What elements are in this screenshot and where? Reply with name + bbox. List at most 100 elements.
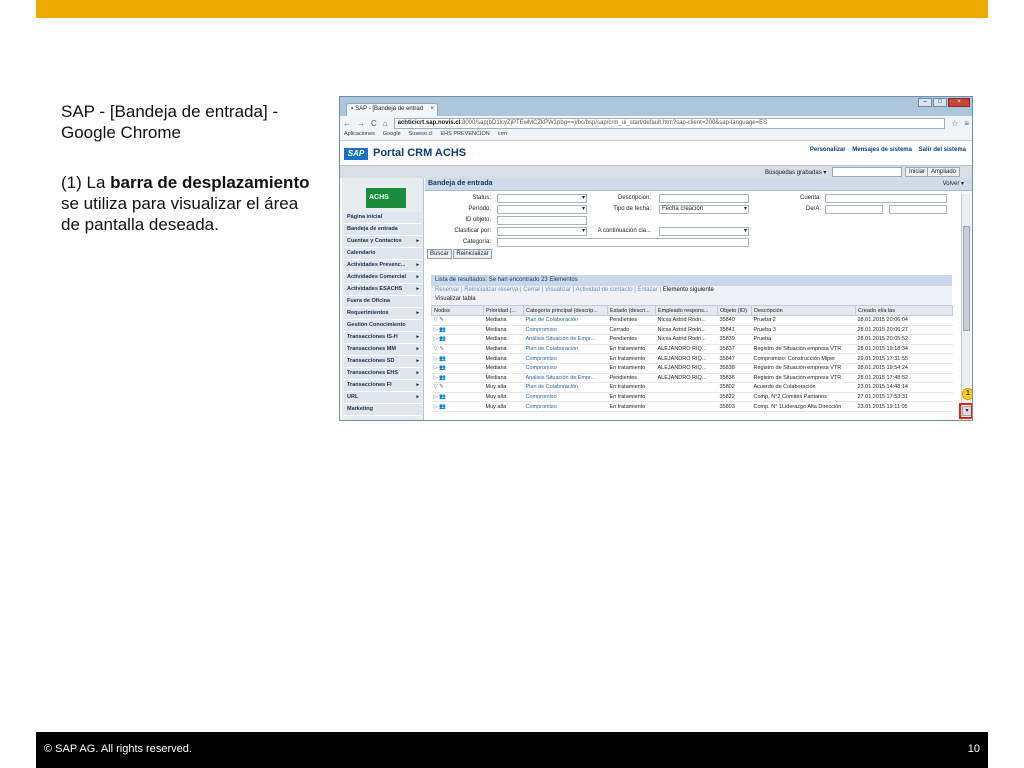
reinicializar-button[interactable]: Reinicializar [453,249,492,259]
bookmark-google[interactable]: Google [383,131,401,139]
cuenta-input[interactable] [825,194,947,203]
reload-icon[interactable]: C [371,119,377,128]
a-input[interactable] [889,205,947,214]
sidebar-item[interactable]: Marketing [344,404,422,416]
sidebar-item[interactable]: Cuentas y Contactos ▸ [344,236,422,248]
column-header[interactable]: Nodos [431,305,484,316]
table-cell: Prueba 2 [751,315,856,326]
bookmark-suseso[interactable]: Suseso.cl [409,131,433,139]
category-link[interactable]: Compromiso [523,325,608,336]
category-link[interactable]: Análisis Situación de Empr... [523,373,608,384]
link-personalizar[interactable]: Personalizar [810,147,846,153]
back-arrow-icon[interactable]: ← [343,119,351,128]
sidebar-item[interactable]: Fuera de Oficina [344,296,422,308]
sidebar-item[interactable]: Requerimientos ▸ [344,308,422,320]
visualizar-tabla-link[interactable]: Visualizar tabla [435,296,476,302]
saved-searches-select[interactable] [832,167,902,177]
table-row[interactable]: ▷ 👥 Muy alta Compromiso En tratamiento 35822… [431,392,953,403]
categoria-input[interactable] [497,238,749,247]
sidebar-item-label: Transacciones EHS [347,370,399,376]
table-cell: Mediana [483,325,524,336]
bookmark-star-icon[interactable]: ☆ [951,119,958,128]
table-cell: Muy alta [483,401,524,412]
table-row[interactable]: ▷ 👥 Mediana Análisis Situación de Empr... P… [431,373,953,384]
body-suffix: se utiliza para visualizar el área de pa… [61,194,299,234]
saved-searches-label[interactable]: Búsquedas grabadas ▾ [765,169,826,176]
category-link[interactable]: Plan de Colaboración [523,315,608,326]
bookmark-crm[interactable]: crm [498,131,507,139]
sidebar-item[interactable]: Transacciones MM ▸ [344,344,422,356]
table-row[interactable]: ▽ ✎ Muy alta Plan de Colaboración En tratam… [431,382,953,393]
vertical-scrollbar[interactable]: ▾ [961,194,972,420]
table-row[interactable]: ▷ 👥 Mediana Análisis Situación de Empr... P… [431,334,953,345]
link-mensajes[interactable]: Mensajes de sistema [852,147,912,153]
column-header[interactable]: Prioridad (... [483,305,524,316]
clasificar-select[interactable] [497,227,587,236]
column-header[interactable]: Empleado respons... [655,305,718,316]
bookmark-ehs[interactable]: EHS PREVENCION [441,131,490,139]
sidebar-item[interactable]: Actividades ESACHS ▸ [344,284,422,296]
forward-arrow-icon[interactable]: → [357,119,365,128]
reinicializar-reserva-action[interactable]: Reinicializar reserva [464,287,518,293]
sidebar-item[interactable]: URL ▸ [344,392,422,404]
column-header[interactable]: Descripción [751,305,856,316]
scrollbar-thumb[interactable] [963,226,970,331]
sidebar-item[interactable]: Transacciones FI ▸ [344,380,422,392]
sidebar-item[interactable]: Transacciones EHS ▸ [344,368,422,380]
visualizar-action[interactable]: Visualizar [545,287,571,293]
tab-close-icon[interactable]: × [430,106,434,112]
column-header[interactable]: Categoría principal (descrip... [523,305,608,316]
sidebar-item[interactable]: Gestión Conocimiento [344,320,422,332]
continuacion-select[interactable] [659,227,749,236]
elemento-siguiente-action[interactable]: Elemento siguiente [663,287,714,293]
category-link[interactable]: Plan de Colaboración [523,344,608,355]
home-icon[interactable]: ⌂ [383,119,388,128]
link-salir[interactable]: Salir del sistema [919,147,966,153]
table-row[interactable]: ▷ 👥 Mediana Compromiso Cerrado Nicxa Astrid … [431,325,953,336]
actividad-contacto-action[interactable]: Actividad de contacto [576,287,633,293]
sidebar-item[interactable]: Página inicial [344,212,422,224]
table-row[interactable]: ▷ 👥 Mediana Compromiso En tratamiento ALEJAN… [431,363,953,374]
sidebar-item[interactable]: Bandeja de entrada [344,224,422,236]
de-input[interactable] [825,205,883,214]
descripcion-input[interactable] [659,194,749,203]
bookmark-apps[interactable]: Aplicaciones [344,131,375,139]
enlazar-action[interactable]: Enlazar [638,287,658,293]
sidebar-item[interactable]: Actividades Comercial ▸ [344,272,422,284]
address-bar[interactable]: achticicrt.sap.novis.cl:8000/sap(bD1lcyZ… [393,117,946,129]
column-header[interactable]: Creado el/a las [855,305,953,316]
maximize-icon[interactable]: □ [933,98,947,107]
status-select[interactable] [497,194,587,203]
browser-tab[interactable]: ▪ SAP - [Bandeja de entrad × [346,103,438,116]
table-row[interactable]: ▷ 👥 Mediana Compromiso En tratamiento ALEJAN… [431,353,953,364]
category-link[interactable]: Plan de Colaboración [523,382,608,393]
reservar-action[interactable]: Reservar [435,287,459,293]
tipo-fecha-select[interactable]: Fecha creación [659,205,749,214]
buscar-button[interactable]: Buscar [427,249,452,259]
category-link[interactable]: Compromiso [523,401,608,412]
iniciar-button[interactable]: Iniciar [905,167,930,177]
status-label: Status: [472,195,491,201]
cerrar-action[interactable]: Cerrar [523,287,540,293]
chrome-menu-icon[interactable]: ≡ [964,119,969,128]
column-header[interactable]: Estado (descri... [607,305,656,316]
category-link[interactable]: Compromiso [523,353,608,364]
minimize-icon[interactable]: – [918,98,932,107]
category-link[interactable]: Compromiso [523,392,608,403]
ampliado-button[interactable]: Ampliado [927,167,961,177]
table-row[interactable]: ▽ ✎ Mediana Plan de Colaboración En tratami… [431,344,953,355]
category-link[interactable]: Análisis Situación de Empr... [523,334,608,345]
close-window-icon[interactable]: × [948,98,970,107]
category-link[interactable]: Compromiso [523,363,608,374]
sidebar-item[interactable]: Actividades Prevenc... ▸ [344,260,422,272]
sidebar-item[interactable]: Transacciones IS-H ▸ [344,332,422,344]
table-row[interactable]: ▷ 👥 Muy alta Compromiso En tratamiento 35803… [431,401,953,412]
sidebar-item[interactable]: Transacciones SD ▸ [344,356,422,368]
table-row[interactable]: ▽ ✎ Mediana Plan de Colaboración Pendientes… [431,315,953,326]
column-header[interactable]: Objeto (ID) [717,305,752,316]
sidebar-item[interactable]: Calendario [344,248,422,260]
periodo-select[interactable] [497,205,587,214]
id-objeto-input[interactable] [497,216,587,225]
volver-button[interactable]: Volver ▾ [943,180,964,187]
table-cell [655,392,718,403]
